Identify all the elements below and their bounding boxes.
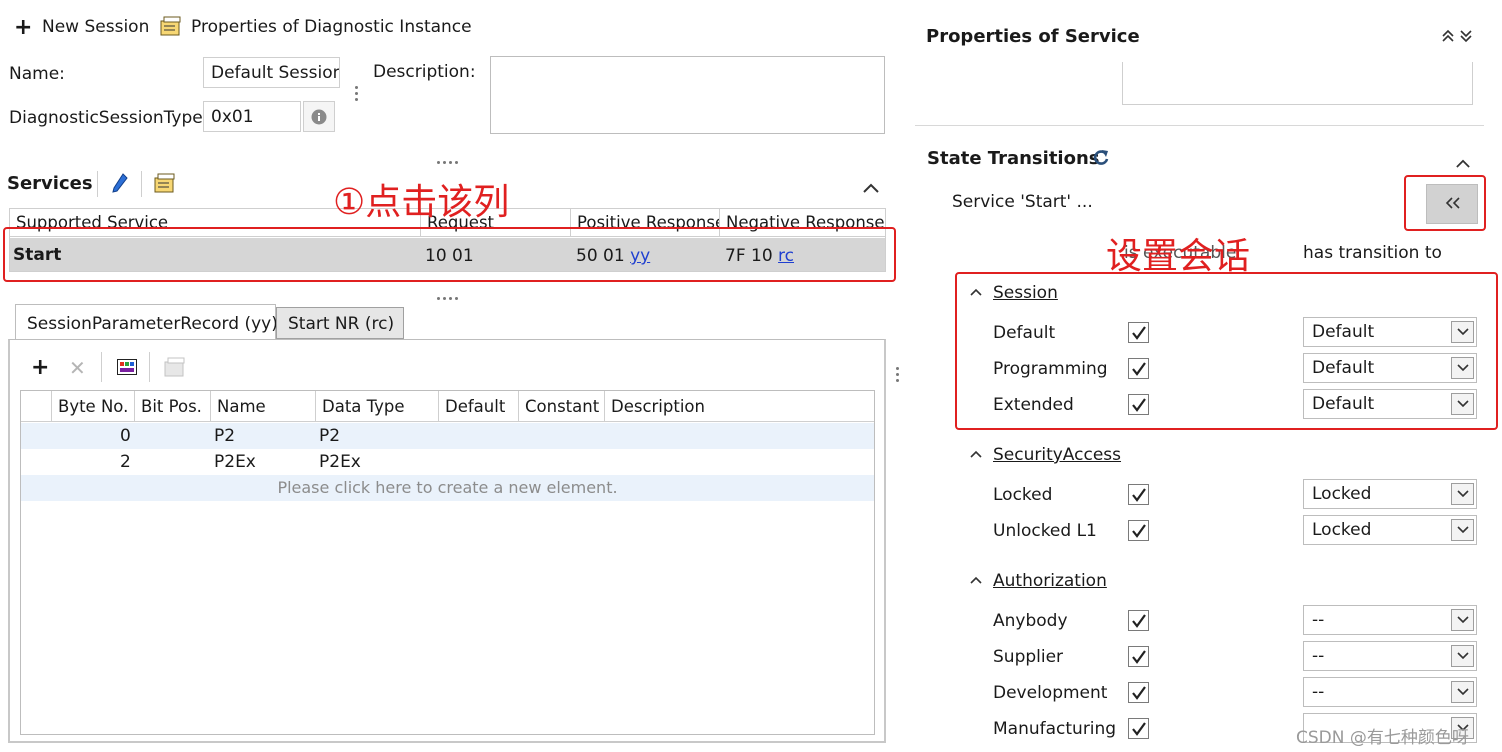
state-label: Supplier [993, 647, 1064, 667]
executable-checkbox[interactable] [1128, 610, 1149, 631]
byte-no-cell: 0 [120, 426, 131, 446]
table-row[interactable]: 0 P2 P2 [21, 423, 874, 449]
col-name[interactable]: Name [211, 391, 316, 422]
service-description-box[interactable] [1122, 62, 1473, 105]
chevron-down-icon [1451, 519, 1474, 541]
col-description[interactable]: Description [605, 391, 874, 422]
tab-session-parameter-record[interactable]: SessionParameterRecord (yy) [15, 304, 278, 340]
executable-checkbox[interactable] [1128, 682, 1149, 703]
selected-value: Locked [1312, 484, 1372, 504]
collapse-chevron-up-icon[interactable] [863, 178, 879, 198]
selected-value: Locked [1312, 520, 1372, 540]
properties-of-service-title: Properties of Service [926, 26, 1140, 47]
services-title: Services [7, 173, 93, 194]
executable-checkbox[interactable] [1128, 718, 1149, 739]
parameter-table-header: Byte No. Bit Pos. Name Data Type Default… [21, 391, 874, 422]
info-icon [311, 109, 327, 125]
executable-checkbox[interactable] [1128, 646, 1149, 667]
properties-instance-button[interactable]: Properties of Diagnostic Instance [160, 14, 472, 41]
splitter-handle[interactable] [355, 86, 359, 104]
chevron-down-icon [1451, 483, 1474, 505]
properties-instance-label: Properties of Diagnostic Instance [191, 17, 472, 37]
chevron-up-icon[interactable] [970, 450, 982, 458]
chevron-down-icon [1451, 645, 1474, 667]
properties-icon [160, 16, 182, 41]
state-label: Anybody [993, 611, 1068, 631]
tab-label: Start NR (rc) [288, 314, 395, 334]
expand-collapse-all-icon[interactable] [1441, 28, 1475, 48]
name-cell: P2 [214, 426, 236, 446]
data-type-cell: P2 [319, 426, 341, 446]
byte-no-cell: 2 [120, 452, 131, 472]
col-row-selector [21, 391, 52, 422]
chevron-down-icon [1451, 609, 1474, 631]
annotation-highlight-box [955, 272, 1498, 430]
color-grid-icon[interactable] [117, 359, 137, 380]
col-constant[interactable]: Constant [519, 391, 605, 422]
annotation-click-column: ①点击该列 [333, 182, 510, 223]
data-type-cell: P2Ex [319, 452, 361, 472]
state-label: Manufacturing [993, 719, 1117, 739]
session-type-field[interactable] [203, 101, 301, 132]
transition-select[interactable]: Locked [1303, 515, 1477, 545]
section-divider [915, 125, 1484, 126]
session-type-label: DiagnosticSessionType: [9, 108, 209, 128]
description-field[interactable] [490, 56, 885, 134]
chevron-down-icon [1451, 681, 1474, 703]
description-label: Description: [373, 62, 476, 82]
edit-pencil-icon[interactable] [111, 172, 129, 199]
toolbar-separator [97, 171, 98, 197]
annotation-highlight-box [1404, 175, 1486, 231]
info-button[interactable] [303, 101, 335, 132]
new-element-placeholder-row[interactable]: Please click here to create a new elemen… [21, 475, 874, 501]
annotation-highlight-box [3, 227, 896, 282]
col-data-type[interactable]: Data Type [316, 391, 439, 422]
transition-select[interactable]: Locked [1303, 479, 1477, 509]
service-start-label: Service 'Start' ... [952, 192, 1093, 212]
tab-start-nr[interactable]: Start NR (rc) [276, 307, 404, 339]
table-row[interactable]: 2 P2Ex P2Ex [21, 449, 874, 475]
collapse-chevron-up-icon[interactable] [1456, 153, 1470, 173]
name-field[interactable] [203, 57, 340, 88]
selected-value: -- [1312, 646, 1325, 666]
add-icon[interactable]: + [31, 355, 49, 380]
watermark: CSDN @有七种颜色呀 [1296, 728, 1469, 748]
col-bit-pos[interactable]: Bit Pos. [135, 391, 211, 422]
col-byte-no[interactable]: Byte No. [52, 391, 135, 422]
splitter-handle[interactable] [896, 367, 900, 385]
name-cell: P2Ex [214, 452, 256, 472]
selected-value: -- [1312, 682, 1325, 702]
splitter-handle[interactable] [437, 149, 461, 164]
tab-label: SessionParameterRecord (yy) [27, 314, 278, 334]
state-label: Locked [993, 485, 1053, 505]
splitter-handle[interactable] [437, 285, 461, 300]
transition-select[interactable]: -- [1303, 605, 1477, 635]
plus-icon: + [14, 15, 33, 40]
state-label: Development [993, 683, 1108, 703]
toolbar-separator [141, 171, 142, 197]
group-title-security-access[interactable]: SecurityAccess [993, 445, 1121, 465]
col-default[interactable]: Default [439, 391, 519, 422]
executable-checkbox[interactable] [1128, 484, 1149, 505]
toolbar-separator [149, 352, 150, 382]
toolbar-separator [101, 352, 102, 382]
transition-select[interactable]: -- [1303, 641, 1477, 671]
refresh-icon[interactable] [1092, 148, 1110, 173]
name-label: Name: [9, 64, 65, 84]
state-label: Unlocked L1 [993, 521, 1097, 541]
group-title-authorization[interactable]: Authorization [993, 571, 1107, 591]
placeholder-text: Please click here to create a new elemen… [277, 478, 618, 497]
selected-value: -- [1312, 610, 1325, 630]
properties-icon[interactable] [153, 173, 177, 198]
has-transition-label: has transition to [1303, 243, 1442, 263]
transition-select[interactable]: -- [1303, 677, 1477, 707]
state-transitions-title: State Transitions [927, 148, 1100, 169]
delete-icon[interactable]: ✕ [69, 356, 86, 380]
tab-content-panel: + ✕ Byte No. Bit Pos. Name Data Type Def… [8, 339, 886, 743]
new-session-label: New Session [42, 17, 150, 37]
chevron-up-icon[interactable] [970, 576, 982, 584]
parameter-table: Byte No. Bit Pos. Name Data Type Default… [20, 390, 875, 735]
properties-disabled-icon[interactable] [163, 357, 187, 382]
executable-checkbox[interactable] [1128, 520, 1149, 541]
